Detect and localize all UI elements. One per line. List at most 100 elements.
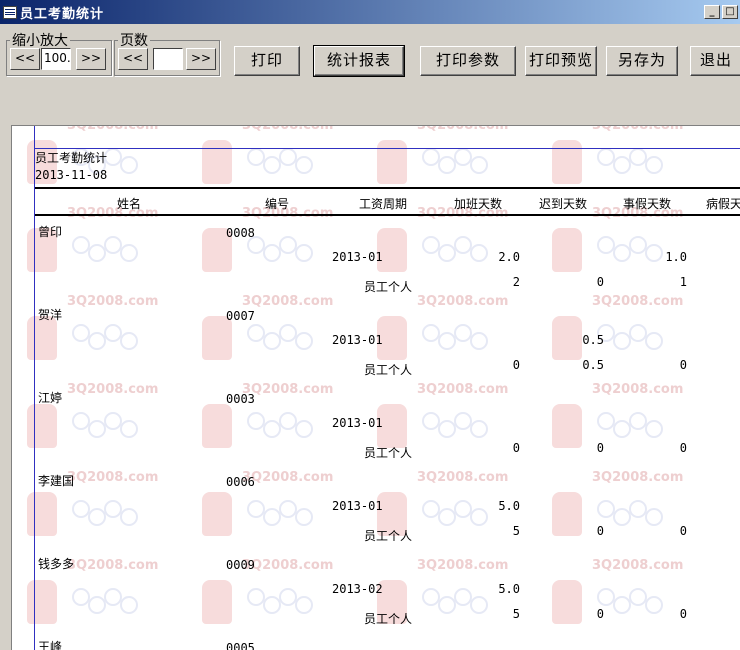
zoom-input[interactable]: 100. (41, 48, 71, 70)
period-overtime: 5.0 (498, 499, 520, 513)
watermark-logo (552, 140, 582, 184)
page-group-label: 页数 (120, 33, 148, 49)
watermark-ring (470, 156, 488, 174)
period-value: 2013-02 (332, 582, 383, 596)
watermark-text: 3Q2008.com (592, 382, 684, 397)
personal-leave: 1 (679, 275, 687, 289)
watermark-text: 3Q2008.com (592, 470, 684, 485)
margin-guide-horizontal (34, 148, 740, 149)
personal-late: 0 (596, 524, 604, 538)
watermark-ring (120, 508, 138, 526)
period-value: 2013-01 (332, 250, 383, 264)
save-as-button[interactable]: 另存为 (606, 46, 678, 76)
watermark-logo (377, 140, 407, 184)
watermark-logo (552, 228, 582, 272)
window-title: 员工考勤统计 (20, 6, 105, 22)
personal-summary-label: 员工个人 (364, 280, 413, 294)
print-params-button[interactable]: 打印参数 (420, 46, 516, 76)
stats-report-button[interactable]: 统计报表 (313, 45, 405, 77)
watermark-text: 3Q2008.com (592, 294, 684, 309)
personal-late: 0 (596, 275, 604, 289)
report-page: 3Q2008.com 3Q2008.com 3Q2008.com 3Q2008.com… (12, 126, 740, 650)
personal-overtime: 2 (512, 275, 520, 289)
employee-name: 钱多多 (38, 557, 75, 571)
personal-summary-label: 员工个人 (364, 612, 413, 626)
watermark-text: 3Q2008.com (592, 558, 684, 573)
watermark-logo (202, 404, 232, 448)
watermark-ring (120, 156, 138, 174)
maximize-button[interactable]: □ (722, 5, 738, 19)
watermark-text: 3Q2008.com (417, 382, 509, 397)
title-bar: 员工考勤统计 _ □ (0, 0, 740, 24)
report-preview[interactable]: 3Q2008.com 3Q2008.com 3Q2008.com 3Q2008.com… (11, 125, 740, 650)
period-value: 2013-01 (332, 333, 383, 347)
watermark-ring (645, 332, 663, 350)
watermark-text: 3Q2008.com (67, 294, 159, 309)
personal-leave: 0 (679, 441, 687, 455)
personal-leave: 0 (679, 524, 687, 538)
personal-late: 0 (596, 607, 604, 621)
watermark-text: 3Q2008.com (417, 558, 509, 573)
minimize-button[interactable]: _ (704, 5, 720, 19)
watermark-logo (202, 492, 232, 536)
header-leave: 事假天数 (623, 197, 672, 211)
period-overtime: 5.0 (498, 582, 520, 596)
header-overtime: 加班天数 (454, 197, 503, 211)
watermark-text: 3Q2008.com (67, 558, 159, 573)
watermark-logo (27, 492, 57, 536)
toolbar: 缩小放大 << 100. >> 页数 << >> 打印 统计报表 打印参数 打印… (0, 24, 740, 110)
header-top-rule (35, 187, 740, 189)
watermark-logo (27, 404, 57, 448)
page-input[interactable] (153, 48, 183, 70)
period-overtime: 2.0 (498, 250, 520, 264)
window-controls: _ □ (704, 5, 738, 19)
employee-name: 江婷 (38, 391, 63, 405)
watermark-text: 3Q2008.com (417, 294, 509, 309)
watermark-ring (295, 156, 313, 174)
employee-name: 李建国 (38, 474, 75, 488)
period-leave: 1.0 (665, 250, 687, 264)
watermark-ring (470, 420, 488, 438)
margin-guide-vertical (34, 126, 35, 650)
period-late: 0.5 (582, 333, 604, 347)
watermark-text: 3Q2008.com (67, 382, 159, 397)
watermark-text: 3Q2008.com (417, 470, 509, 485)
personal-overtime: 5 (512, 524, 520, 538)
period-value: 2013-01 (332, 499, 383, 513)
watermark-text: 3Q2008.com (242, 294, 334, 309)
employee-name: 贺洋 (38, 308, 63, 322)
watermark-text: 3Q2008.com (242, 125, 334, 133)
personal-summary-label: 员工个人 (364, 529, 413, 543)
watermark-ring (645, 420, 663, 438)
employee-name: 曾印 (38, 225, 63, 239)
watermark-ring (295, 332, 313, 350)
header-late: 迟到天数 (539, 197, 588, 211)
employee-id: 0008 (226, 226, 255, 240)
personal-late: 0 (596, 441, 604, 455)
watermark-logo (202, 580, 232, 624)
watermark-ring (470, 332, 488, 350)
zoom-group-label: 缩小放大 (12, 33, 68, 49)
personal-summary-label: 员工个人 (364, 446, 413, 460)
exit-button[interactable]: 退出 (690, 46, 740, 76)
watermark-logo (27, 580, 57, 624)
zoom-in-button[interactable]: >> (76, 48, 106, 70)
print-button[interactable]: 打印 (234, 46, 300, 76)
personal-overtime: 5 (512, 607, 520, 621)
page-next-button[interactable]: >> (186, 48, 216, 70)
personal-leave: 0 (679, 358, 687, 372)
app-icon (3, 5, 17, 19)
employee-name: 王峰 (38, 640, 63, 650)
header-name: 姓名 (117, 197, 142, 211)
watermark-ring (295, 508, 313, 526)
header-period: 工资周期 (359, 197, 408, 211)
watermark-ring (295, 596, 313, 614)
watermark-ring (120, 332, 138, 350)
employee-id: 0009 (226, 558, 255, 572)
zoom-out-button[interactable]: << (10, 48, 40, 70)
page-prev-button[interactable]: << (118, 48, 148, 70)
report-title: 员工考勤统计 (35, 151, 108, 165)
report-date: 2013-11-08 (35, 168, 108, 182)
watermark-logo (202, 140, 232, 184)
print-preview-button[interactable]: 打印预览 (525, 46, 597, 76)
